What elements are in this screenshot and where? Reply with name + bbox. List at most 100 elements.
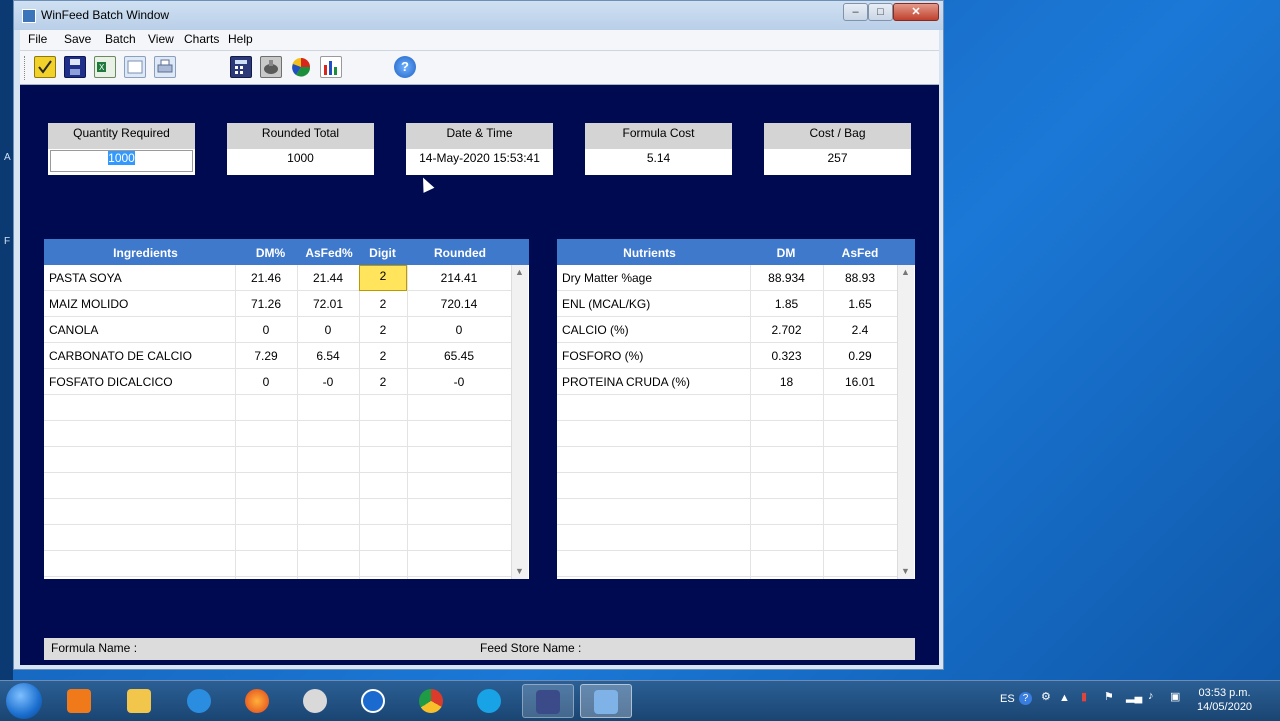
nutrient-asfed-cell[interactable]: 88.93	[823, 265, 897, 291]
col-rounded[interactable]: Rounded	[407, 246, 513, 260]
col-dm-percent[interactable]: DM%	[247, 246, 294, 260]
minimize-button[interactable]: –	[843, 3, 868, 21]
nutrient-name-cell[interactable]: CALCIO (%)	[557, 317, 750, 343]
menu-charts[interactable]: Charts	[184, 32, 219, 46]
print-preview-icon[interactable]	[124, 56, 146, 78]
signal-icon[interactable]: ▮	[1081, 690, 1087, 703]
table-row[interactable]: CALCIO (%) 2.702 2.4	[557, 317, 897, 343]
settings-icon[interactable]: ⚙	[1041, 690, 1051, 703]
ingredient-digit-cell[interactable]: 2	[359, 343, 407, 369]
table-row[interactable]	[44, 395, 511, 421]
col-ingredients[interactable]: Ingredients	[44, 246, 247, 260]
excel-export-icon[interactable]: X	[94, 56, 116, 78]
ingredient-digit-cell[interactable]: 2	[359, 369, 407, 395]
ingredient-name-cell[interactable]: PASTA SOYA	[44, 265, 235, 291]
nutrient-asfed-cell[interactable]: 16.01	[823, 369, 897, 395]
table-row[interactable]: PASTA SOYA 21.46 21.44 2 214.41	[44, 265, 511, 291]
ingredient-name-cell[interactable]: FOSFATO DICALCICO	[44, 369, 235, 395]
ingredient-dm-cell[interactable]: 21.46	[235, 265, 297, 291]
menu-help[interactable]: Help	[228, 32, 253, 46]
bar-chart-icon[interactable]	[320, 56, 342, 78]
internet-explorer-icon[interactable]	[174, 684, 226, 718]
help-icon[interactable]: ?	[1019, 692, 1032, 705]
menu-save[interactable]: Save	[64, 32, 91, 46]
scroll-down-icon[interactable]: ▼	[901, 566, 910, 576]
ingredient-name-cell[interactable]: CANOLA	[44, 317, 235, 343]
ingredient-digit-cell[interactable]: 2	[359, 291, 407, 317]
quantity-required-input[interactable]: 1000	[50, 150, 193, 172]
table-row[interactable]	[44, 473, 511, 499]
table-row[interactable]: CARBONATO DE CALCIO 7.29 6.54 2 65.45	[44, 343, 511, 369]
menu-file[interactable]: File	[28, 32, 47, 46]
ingredient-name-cell[interactable]: MAIZ MOLIDO	[44, 291, 235, 317]
menu-view[interactable]: View	[148, 32, 174, 46]
skype-icon[interactable]	[464, 684, 516, 718]
table-row[interactable]	[557, 499, 897, 525]
col-dm[interactable]: DM	[750, 246, 822, 260]
menu-batch[interactable]: Batch	[105, 32, 136, 46]
table-row[interactable]	[557, 421, 897, 447]
save-disk-icon[interactable]	[64, 56, 86, 78]
table-row[interactable]	[44, 447, 511, 473]
table-row[interactable]: MAIZ MOLIDO 71.26 72.01 2 720.14	[44, 291, 511, 317]
ingredient-asfed-cell[interactable]: 21.44	[297, 265, 359, 291]
title-bar[interactable]: WinFeed Batch Window – □ ✕	[14, 1, 943, 30]
nutrient-dm-cell[interactable]: 0.323	[750, 343, 823, 369]
nutrient-asfed-cell[interactable]: 2.4	[823, 317, 897, 343]
table-row[interactable]	[557, 473, 897, 499]
ingredient-asfed-cell[interactable]: 6.54	[297, 343, 359, 369]
ingredient-rounded-cell[interactable]: 65.45	[407, 343, 511, 369]
table-row[interactable]	[557, 395, 897, 421]
quantity-required-value[interactable]: 1000	[108, 151, 135, 165]
chrome-icon[interactable]	[406, 684, 458, 718]
ingredient-digit-cell[interactable]: 2	[359, 265, 407, 291]
volume-icon[interactable]: ♪	[1148, 690, 1154, 702]
ingredients-scrollbar[interactable]: ▲ ▼	[511, 265, 528, 579]
nutrient-asfed-cell[interactable]: 0.29	[823, 343, 897, 369]
table-row[interactable]	[44, 421, 511, 447]
app-icon[interactable]	[290, 684, 342, 718]
maximize-button[interactable]: □	[868, 3, 893, 21]
calculator-icon[interactable]	[230, 56, 252, 78]
language-indicator[interactable]: ES	[1000, 693, 1015, 705]
table-row[interactable]: FOSFATO DICALCICO 0 -0 2 -0	[44, 369, 511, 395]
ingredient-rounded-cell[interactable]: 0	[407, 317, 511, 343]
scroll-up-icon[interactable]: ▲	[901, 267, 910, 277]
table-row[interactable]: CANOLA 0 0 2 0	[44, 317, 511, 343]
nutrient-dm-cell[interactable]: 2.702	[750, 317, 823, 343]
media-player-icon[interactable]	[54, 684, 106, 718]
table-row[interactable]: Dry Matter %age 88.934 88.93	[557, 265, 897, 291]
firefox-icon[interactable]	[232, 684, 284, 718]
table-row[interactable]	[44, 525, 511, 551]
ingredient-dm-cell[interactable]: 0	[235, 317, 297, 343]
table-row[interactable]: ENL (MCAL/KG) 1.85 1.65	[557, 291, 897, 317]
flag-icon[interactable]: ⚑	[1104, 690, 1114, 703]
nutrient-name-cell[interactable]: ENL (MCAL/KG)	[557, 291, 750, 317]
ingredient-asfed-cell[interactable]: 0	[297, 317, 359, 343]
col-nutrients[interactable]: Nutrients	[557, 246, 742, 260]
system-clock[interactable]: 03:53 p.m. 14/05/2020	[1197, 686, 1252, 714]
ingredient-rounded-cell[interactable]: -0	[407, 369, 511, 395]
winfeed-icon[interactable]	[580, 684, 632, 718]
table-row[interactable]	[557, 525, 897, 551]
ingredient-digit-cell[interactable]: 2	[359, 317, 407, 343]
ingredient-dm-cell[interactable]: 71.26	[235, 291, 297, 317]
col-asfed[interactable]: AsFed	[823, 246, 897, 260]
table-row[interactable]	[44, 551, 511, 577]
table-row[interactable]	[557, 447, 897, 473]
save-disk-icon[interactable]	[522, 684, 574, 718]
ingredient-rounded-cell[interactable]: 720.14	[407, 291, 511, 317]
nutrients-scrollbar[interactable]: ▲ ▼	[897, 265, 914, 579]
close-button[interactable]: ✕	[893, 3, 939, 21]
new-formula-icon[interactable]	[34, 56, 56, 78]
start-button[interactable]	[6, 683, 42, 719]
nutrient-dm-cell[interactable]: 18	[750, 369, 823, 395]
nutrient-dm-cell[interactable]: 1.85	[750, 291, 823, 317]
teamviewer-icon[interactable]	[348, 684, 400, 718]
col-asfed-percent[interactable]: AsFed%	[294, 246, 364, 260]
table-row[interactable]	[44, 499, 511, 525]
nutrient-name-cell[interactable]: PROTEINA CRUDA (%)	[557, 369, 750, 395]
nutrient-dm-cell[interactable]: 88.934	[750, 265, 823, 291]
table-row[interactable]: FOSFORO (%) 0.323 0.29	[557, 343, 897, 369]
help-icon[interactable]: ?	[394, 56, 416, 78]
